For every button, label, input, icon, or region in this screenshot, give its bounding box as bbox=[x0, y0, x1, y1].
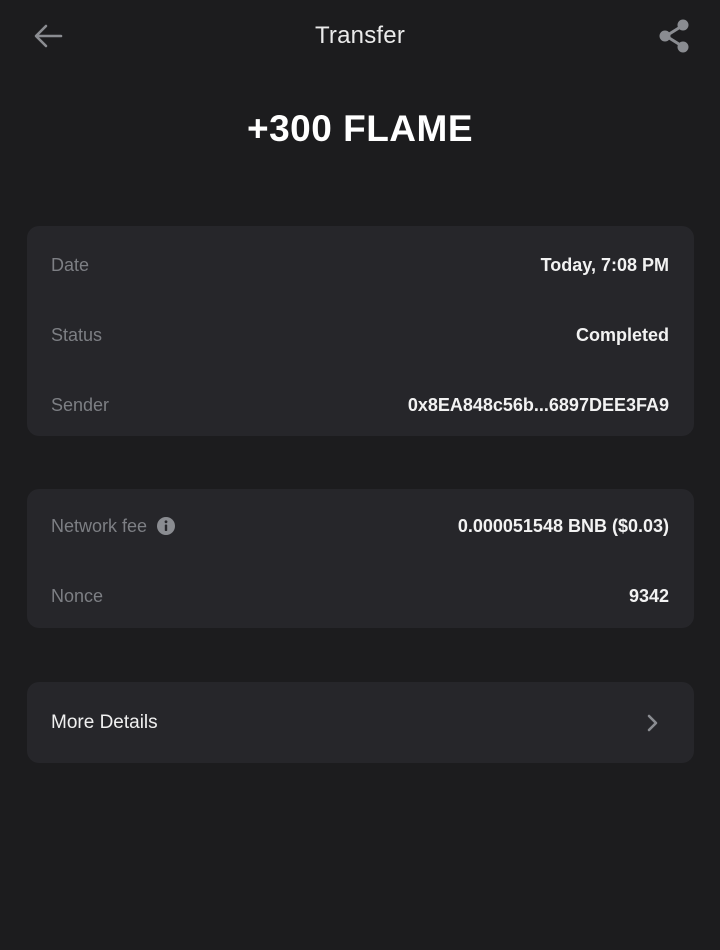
status-row: Status Completed bbox=[51, 320, 669, 350]
share-icon bbox=[659, 19, 689, 53]
date-label: Date bbox=[51, 254, 90, 275]
sender-row: Sender 0x8EA848c56b...6897DEE3FA9 bbox=[51, 390, 669, 420]
status-value: Completed bbox=[575, 324, 669, 345]
more-details-button[interactable]: More Details bbox=[27, 682, 694, 763]
network-fee-label-group: Network fee bbox=[51, 515, 176, 537]
status-label: Status bbox=[51, 324, 103, 345]
network-fee-label: Network fee bbox=[51, 515, 148, 536]
network-fee-row: Network fee 0.000051548 BNB ($0.03) bbox=[51, 511, 669, 541]
info-icon[interactable] bbox=[157, 517, 176, 535]
fee-card: Network fee 0.000051548 BNB ($0.03) Nonc… bbox=[27, 489, 694, 628]
more-details-row: More Details bbox=[51, 682, 660, 763]
date-row: Date Today, 7:08 PM bbox=[51, 250, 669, 280]
sender-address[interactable]: 0x8EA848c56b...6897DEE3FA9 bbox=[408, 395, 669, 416]
date-value: Today, 7:08 PM bbox=[540, 254, 669, 275]
nonce-label: Nonce bbox=[51, 585, 104, 606]
chevron-right-icon bbox=[647, 714, 658, 731]
network-fee-value: 0.000051548 BNB ($0.03) bbox=[457, 515, 669, 536]
top-bar: Transfer bbox=[0, 0, 720, 76]
nonce-row: Nonce 9342 bbox=[51, 581, 669, 611]
transaction-details-card: Date Today, 7:08 PM Status Completed Sen… bbox=[27, 226, 694, 436]
transfer-amount: +300 FLAME bbox=[246, 108, 474, 149]
share-button[interactable] bbox=[652, 14, 696, 58]
sender-label: Sender bbox=[51, 394, 110, 415]
nonce-value: 9342 bbox=[628, 585, 669, 606]
page-title: Transfer bbox=[314, 22, 406, 49]
more-details-label: More Details bbox=[51, 711, 158, 733]
